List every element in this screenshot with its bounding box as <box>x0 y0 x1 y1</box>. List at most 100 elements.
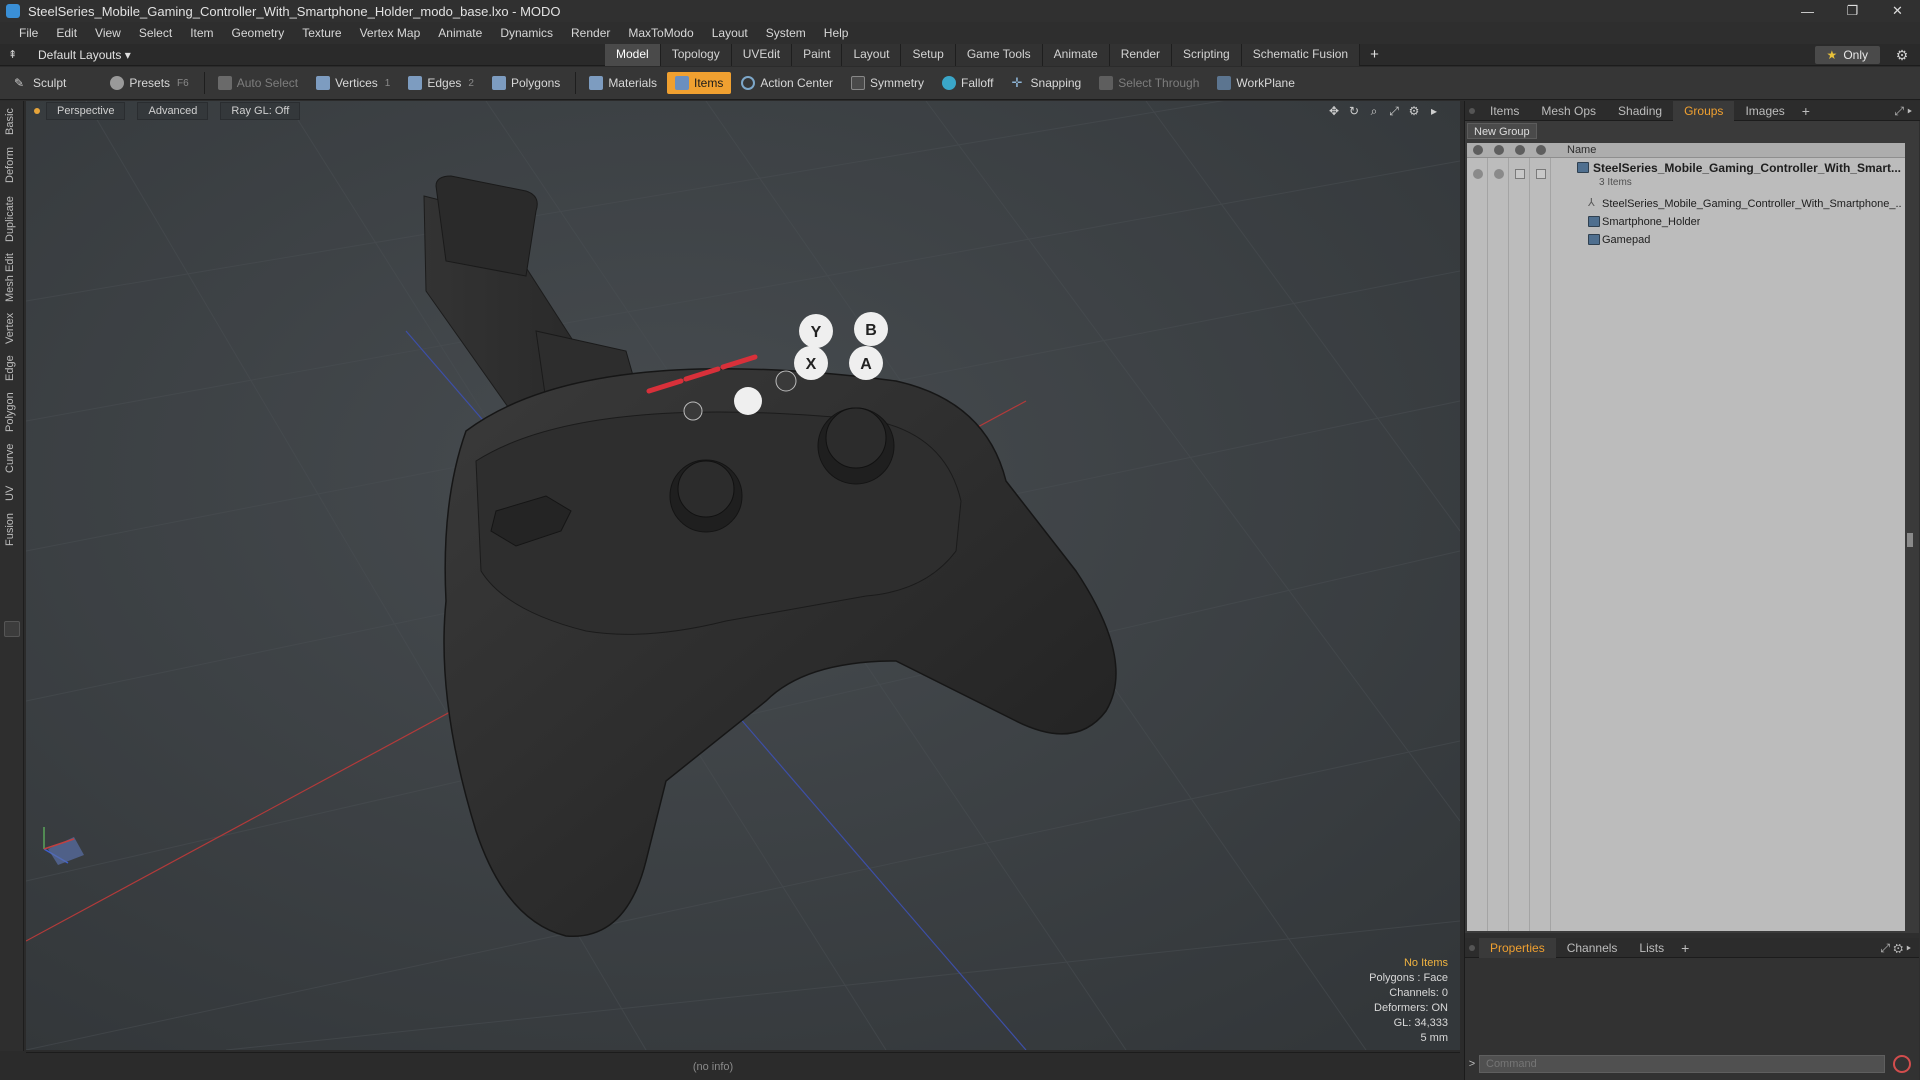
select-toggle[interactable] <box>1536 169 1546 179</box>
command-history-icon[interactable] <box>1893 1055 1911 1073</box>
vtab-vertex[interactable]: Vertex <box>4 311 20 345</box>
new-group-button[interactable]: New Group <box>1467 123 1537 139</box>
add-panel-tab-button[interactable]: + <box>1675 940 1695 956</box>
falloff-button[interactable]: Falloff <box>934 72 1001 94</box>
tab-setup[interactable]: Setup <box>901 44 956 66</box>
eye-icon[interactable] <box>1473 169 1483 179</box>
snapping-button[interactable]: ✛ Snapping <box>1004 72 1090 94</box>
menu-geometry[interactable]: Geometry <box>223 22 294 44</box>
panel-expand-icon[interactable]: ⤢ ⚙ ▸ <box>1880 941 1911 956</box>
viewport-expand-icon[interactable]: ▸ <box>1424 104 1444 119</box>
vtab-curve[interactable]: Curve <box>4 441 20 475</box>
tab-animate[interactable]: Animate <box>1042 44 1110 66</box>
menu-file[interactable]: File <box>10 22 47 44</box>
only-button[interactable]: ★ Only <box>1814 46 1880 64</box>
menu-layout[interactable]: Layout <box>703 22 757 44</box>
render-column-icon[interactable] <box>1494 145 1504 155</box>
tab-uvedit[interactable]: UVEdit <box>731 44 793 66</box>
orbit-icon[interactable]: ↻ <box>1344 104 1364 119</box>
tab-lists[interactable]: Lists <box>1628 938 1675 958</box>
group-row[interactable]: SteelSeries_Mobile_Gaming_Controller_Wit… <box>1467 159 1905 193</box>
edges-button[interactable]: Edges 2 <box>400 72 482 94</box>
zoom-icon[interactable]: ⌕ <box>1364 104 1384 119</box>
tab-model[interactable]: Model <box>605 44 661 66</box>
vtab-duplicate[interactable]: Duplicate <box>4 193 20 245</box>
menu-vertex-map[interactable]: Vertex Map <box>351 22 430 44</box>
vtab-uv[interactable]: UV <box>4 483 20 503</box>
scrollbar[interactable] <box>1907 533 1913 547</box>
command-input[interactable] <box>1479 1055 1885 1073</box>
lock-toggle[interactable] <box>1515 169 1525 179</box>
tab-game-tools[interactable]: Game Tools <box>955 44 1043 66</box>
auto-select-button[interactable]: Auto Select <box>210 72 306 94</box>
panel-expand-icon[interactable]: ⤢ ▸ <box>1894 104 1912 119</box>
tab-images[interactable]: Images <box>1734 101 1795 121</box>
lock-column-icon[interactable] <box>1515 145 1525 155</box>
panel-menu-dot[interactable] <box>1469 944 1475 951</box>
pan-icon[interactable]: ✥ <box>1324 104 1344 119</box>
panel-menu-dot[interactable] <box>1469 107 1475 114</box>
name-column-header[interactable]: Name <box>1567 143 1596 158</box>
fit-icon[interactable]: ⤢ <box>1384 104 1404 119</box>
vtab-fusion[interactable]: Fusion <box>4 511 20 547</box>
render-icon[interactable] <box>1494 169 1504 179</box>
tab-shading[interactable]: Shading <box>1607 101 1673 121</box>
vertices-button[interactable]: Vertices 1 <box>308 72 398 94</box>
select-column-icon[interactable] <box>1536 145 1546 155</box>
tab-render[interactable]: Render <box>1109 44 1173 66</box>
sculpt-button[interactable]: ✎ Sculpt <box>6 72 74 94</box>
menu-help[interactable]: Help <box>815 22 858 44</box>
menu-system[interactable]: System <box>757 22 815 44</box>
menu-maxtomodo[interactable]: MaxToModo <box>619 22 702 44</box>
strip-toggle-button[interactable] <box>4 621 20 637</box>
tab-schematic-fusion[interactable]: Schematic Fusion <box>1241 44 1361 66</box>
vtab-polygon[interactable]: Polygon <box>4 391 20 433</box>
vtab-mesh-edit[interactable]: Mesh Edit <box>4 253 20 303</box>
layout-select[interactable]: Default Layouts ▾ <box>38 48 131 62</box>
viewport-settings-icon[interactable]: ⚙ <box>1404 104 1424 119</box>
gear-icon[interactable]: ⚙ <box>1894 47 1910 63</box>
menu-item[interactable]: Item <box>181 22 222 44</box>
vtab-deform[interactable]: Deform <box>4 145 20 185</box>
add-tab-button[interactable]: + <box>1360 44 1389 66</box>
tab-properties[interactable]: Properties <box>1479 937 1556 958</box>
menu-dynamics[interactable]: Dynamics <box>491 22 562 44</box>
menu-texture[interactable]: Texture <box>293 22 350 44</box>
minimize-button[interactable]: — <box>1785 0 1830 22</box>
select-through-button[interactable]: Select Through <box>1091 72 1207 94</box>
view-mode-button[interactable]: Perspective <box>46 102 126 120</box>
presets-button[interactable]: Presets F6 <box>102 72 196 94</box>
polygons-button[interactable]: Polygons <box>484 72 568 94</box>
tab-scripting[interactable]: Scripting <box>1172 44 1242 66</box>
menu-render[interactable]: Render <box>562 22 619 44</box>
restore-button[interactable]: ❐ <box>1830 0 1875 22</box>
tab-items[interactable]: Items <box>1479 101 1530 121</box>
visibility-column-icon[interactable] <box>1473 145 1483 155</box>
tab-channels[interactable]: Channels <box>1556 938 1629 958</box>
tree-row[interactable]: Gamepad <box>1467 231 1905 249</box>
3d-viewport[interactable]: Y B X A Perspective Advanced Ray GL: Off… <box>26 101 1460 1050</box>
items-button[interactable]: Items <box>667 72 732 94</box>
workplane-button[interactable]: WorkPlane <box>1209 72 1302 94</box>
tab-groups[interactable]: Groups <box>1673 100 1735 121</box>
menu-select[interactable]: Select <box>130 22 181 44</box>
action-center-button[interactable]: Action Center <box>733 72 841 94</box>
layout-expand-icon[interactable]: ⇞ <box>8 49 20 61</box>
vtab-edge[interactable]: Edge <box>4 353 20 383</box>
close-button[interactable]: ✕ <box>1875 0 1920 22</box>
tab-mesh-ops[interactable]: Mesh Ops <box>1530 101 1607 121</box>
tab-layout[interactable]: Layout <box>842 44 902 66</box>
raygl-button[interactable]: Ray GL: Off <box>220 102 301 120</box>
tab-topology[interactable]: Topology <box>660 44 732 66</box>
materials-button[interactable]: Materials <box>581 72 665 94</box>
add-panel-tab-button[interactable]: + <box>1796 103 1816 119</box>
symmetry-button[interactable]: Symmetry <box>843 72 932 94</box>
menu-view[interactable]: View <box>86 22 130 44</box>
tab-paint[interactable]: Paint <box>792 44 843 66</box>
menu-animate[interactable]: Animate <box>429 22 491 44</box>
tree-row[interactable]: ⅄ SteelSeries_Mobile_Gaming_Controller_W… <box>1467 195 1905 213</box>
vtab-basic[interactable]: Basic <box>4 107 20 137</box>
tree-row[interactable]: Smartphone_Holder <box>1467 213 1905 231</box>
menu-edit[interactable]: Edit <box>47 22 86 44</box>
shading-mode-button[interactable]: Advanced <box>137 102 209 120</box>
